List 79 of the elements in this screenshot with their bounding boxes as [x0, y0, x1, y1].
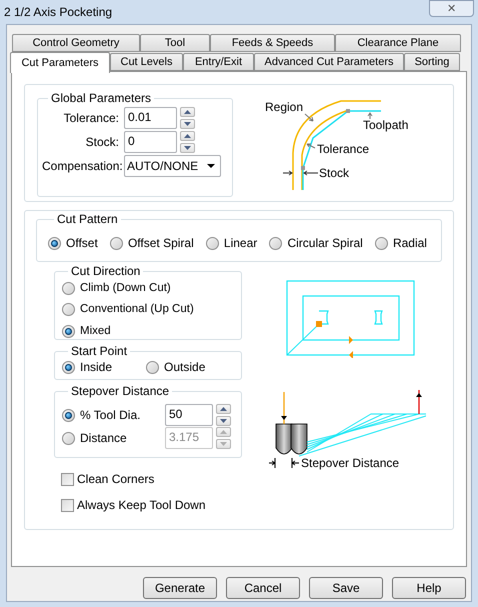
radio-label: Offset: [66, 235, 98, 252]
caret-up-icon: [184, 110, 191, 114]
group-title: Cut Pattern: [56, 212, 119, 226]
dialog-button[interactable]: Help: [392, 577, 466, 599]
caret-up-icon: [220, 430, 227, 434]
spin-up-button[interactable]: [216, 404, 231, 414]
radio-label: % Tool Dia.: [80, 407, 140, 424]
group-title: Start Point: [70, 344, 128, 358]
tab[interactable]: Cut Levels: [110, 53, 183, 71]
radio-label: Conventional (Up Cut): [80, 302, 194, 318]
radio-label: Inside: [80, 359, 112, 376]
checkbox-label: Always Keep Tool Down: [77, 497, 206, 514]
input-field[interactable]: 0.01: [124, 107, 177, 129]
radio-label: Offset Spiral: [128, 235, 194, 252]
diagram-label: Stock: [319, 166, 350, 180]
spin-down-button[interactable]: [180, 143, 195, 153]
radio-label: Mixed: [80, 324, 111, 338]
radio-button[interactable]: [48, 236, 61, 250]
field-label: Stock:: [84, 134, 119, 151]
tab[interactable]: Cut Parameters: [10, 52, 110, 73]
input-field[interactable]: 50: [165, 404, 213, 426]
tab[interactable]: Tool: [140, 34, 210, 52]
spin-down-button[interactable]: [180, 119, 195, 129]
tab[interactable]: Feeds & Speeds: [210, 34, 335, 52]
spin-up-button[interactable]: [180, 107, 195, 117]
radio-button[interactable]: [62, 324, 75, 338]
field-label: Tolerance:: [62, 110, 119, 127]
group-title: Cut Direction: [70, 264, 142, 278]
radio-label: Circular Spiral: [287, 235, 363, 252]
tab[interactable]: Entry/Exit: [183, 53, 254, 71]
leader-line: [368, 112, 372, 120]
checkbox[interactable]: [61, 472, 74, 486]
caret-up-icon: [220, 407, 227, 411]
group-title: Global Parameters: [50, 91, 152, 105]
radio-label: Linear: [224, 235, 258, 252]
close-button[interactable]: ✕: [429, 0, 474, 17]
radio-label: Radial: [392, 235, 427, 252]
dialog-button[interactable]: Generate: [143, 577, 217, 599]
caret-down-icon: [184, 146, 191, 150]
input-field[interactable]: 0: [124, 131, 177, 153]
spin-up-button[interactable]: [180, 131, 195, 141]
dropdown-arrow-icon: [207, 164, 215, 168]
point-marker: [301, 166, 305, 170]
diagram-label: Toolpath: [363, 118, 408, 132]
spin-down-button[interactable]: [216, 416, 231, 426]
diagram-label: Tolerance: [317, 142, 370, 156]
diagram-label: Region: [265, 100, 304, 114]
radio-label: Climb (Down Cut): [80, 281, 171, 296]
dialog-button[interactable]: Cancel: [226, 577, 300, 599]
dropdown[interactable]: AUTO/NONE: [124, 155, 221, 177]
window-title: 2 1/2 Axis Pocketing: [4, 4, 112, 21]
caret-up-icon: [184, 134, 191, 138]
tab[interactable]: Advanced Cut Parameters: [254, 53, 404, 71]
radio-label: Outside: [164, 359, 206, 376]
tab[interactable]: Clearance Plane: [335, 34, 461, 52]
tab[interactable]: Control Geometry: [12, 34, 140, 52]
dimension-arrow: [282, 170, 318, 176]
radio-button[interactable]: [62, 408, 75, 422]
point-marker: [346, 109, 350, 113]
checkbox[interactable]: [61, 498, 74, 512]
caret-down-icon: [184, 122, 191, 126]
radio-button[interactable]: [146, 360, 160, 374]
radio-button[interactable]: [62, 303, 75, 316]
dialog-button[interactable]: Save: [309, 577, 383, 599]
caret-down-icon: [220, 419, 227, 423]
radio-label: Distance: [80, 430, 127, 447]
leader-line: [304, 114, 314, 122]
radio-button[interactable]: [269, 236, 282, 250]
leader-line: [306, 144, 316, 148]
radio-button[interactable]: [62, 282, 75, 296]
radio-button[interactable]: [62, 360, 75, 374]
radio-button[interactable]: [206, 236, 219, 250]
tab[interactable]: Sorting: [404, 53, 460, 71]
radio-button[interactable]: [110, 236, 123, 250]
diagram-label: Stepover Distance: [301, 456, 400, 470]
group-title: Stepover Distance: [70, 384, 170, 398]
checkbox-label: Clean Corners: [77, 471, 154, 488]
radio-button[interactable]: [374, 236, 388, 250]
caret-down-icon: [220, 442, 227, 446]
